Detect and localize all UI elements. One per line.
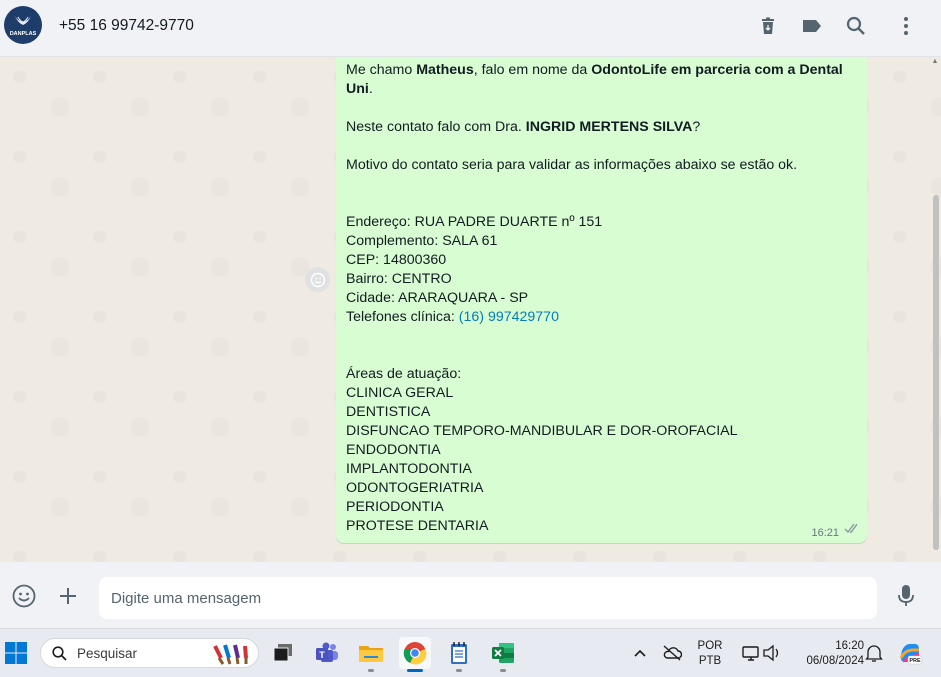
excel-icon[interactable] — [487, 637, 519, 672]
svg-text:DANPLAS: DANPLAS — [10, 31, 37, 37]
outgoing-message-bubble[interactable]: Me chamo Matheus, falo em nome da Odonto… — [336, 57, 867, 543]
area-item: ODONTOGERIATRIA — [346, 480, 484, 496]
windows-start-icon[interactable] — [0, 637, 32, 669]
delete-icon[interactable] — [756, 14, 780, 38]
system-clock[interactable]: 16:20 06/08/2024 — [792, 639, 864, 669]
address-line: Endereço: RUA PADRE DUARTE nº 151 — [346, 214, 603, 230]
active-indicator — [407, 669, 423, 672]
complement-line: Complemento: SALA 61 — [346, 233, 498, 249]
area-item: CLINICA GERAL — [346, 385, 454, 401]
contact-name[interactable]: +55 16 99742-9770 — [59, 17, 194, 35]
tray-chevron-up-icon[interactable] — [624, 637, 656, 669]
cep-line: CEP: 14800360 — [346, 252, 447, 268]
area-item: DENTISTICA — [346, 404, 431, 420]
windows-taskbar: Pesquisar T POR PTB 16:20 06/08/2024 PRE — [0, 628, 941, 677]
search-icon[interactable] — [844, 14, 868, 38]
area-item: ENDODONTIA — [346, 442, 441, 458]
area-item: PERIODONTIA — [346, 499, 444, 515]
notifications-bell-icon[interactable] — [858, 637, 890, 669]
area-item: IMPLANTODONTIA — [346, 461, 472, 477]
teams-icon[interactable]: T — [311, 637, 343, 669]
message-input[interactable] — [99, 577, 877, 619]
chat-header: DANPLAS +55 16 99742-9770 — [0, 0, 941, 57]
emoji-icon[interactable] — [12, 584, 36, 608]
input-language[interactable]: POR PTB — [694, 639, 726, 669]
chrome-icon[interactable] — [399, 637, 431, 672]
running-indicator — [368, 669, 374, 672]
area-item: PROTESE DENTARIA — [346, 518, 489, 534]
city-line: Cidade: ARARAQUARA - SP — [346, 290, 529, 306]
areas-title: Áreas de atuação: — [346, 366, 462, 382]
message-time: 16:21 — [811, 527, 839, 539]
running-indicator — [500, 669, 506, 672]
file-explorer-icon[interactable] — [355, 637, 387, 672]
volume-icon[interactable] — [756, 637, 788, 669]
onedrive-offline-icon[interactable] — [656, 637, 688, 669]
attach-plus-icon[interactable] — [56, 584, 80, 608]
intro-line: Me chamo Matheus, falo em nome da Odonto… — [346, 62, 843, 97]
menu-icon[interactable] — [894, 14, 918, 38]
label-icon[interactable] — [800, 14, 824, 38]
search-highlight-brushes-icon — [213, 644, 248, 665]
search-label: Pesquisar — [77, 646, 138, 661]
double-check-icon — [844, 521, 860, 539]
contact-line: Neste contato falo com Dra. INGRID MERTE… — [346, 119, 701, 135]
chat-scrollbar[interactable] — [933, 195, 939, 550]
area-item: DISFUNCAO TEMPORO-MANDIBULAR E DOR-OROFA… — [346, 423, 738, 439]
scroll-up-icon[interactable]: ▲ — [931, 58, 939, 66]
react-emoji-icon[interactable] — [305, 267, 330, 292]
phones-line: Telefones clínica: (16) 997429770 — [346, 309, 559, 325]
microphone-icon[interactable] — [894, 584, 918, 608]
svg-text:T: T — [319, 650, 325, 660]
contact-avatar[interactable]: DANPLAS — [4, 6, 42, 44]
motive-line: Motivo do contato seria para validar as … — [346, 157, 798, 173]
phone-link[interactable]: (16) 997429770 — [459, 309, 559, 325]
notepad-icon[interactable] — [443, 637, 475, 672]
message-text: Me chamo Matheus, falo em nome da Odonto… — [346, 61, 856, 536]
copilot-badge: PRE — [909, 658, 921, 664]
sender-name: Matheus — [416, 62, 474, 78]
message-composer — [0, 562, 941, 628]
running-indicator — [456, 669, 462, 672]
task-view-icon[interactable] — [267, 637, 299, 669]
copilot-icon[interactable]: PRE — [894, 637, 926, 669]
whatsapp-window: DANPLAS +55 16 99742-9770 Me chamo Mathe… — [0, 0, 941, 677]
taskbar-search[interactable]: Pesquisar — [40, 638, 259, 668]
doctor-name: INGRID MERTENS SILVA — [525, 119, 693, 135]
avatar-logo-icon: DANPLAS — [5, 7, 41, 43]
district-line: Bairro: CENTRO — [346, 271, 452, 287]
search-icon — [52, 646, 67, 661]
